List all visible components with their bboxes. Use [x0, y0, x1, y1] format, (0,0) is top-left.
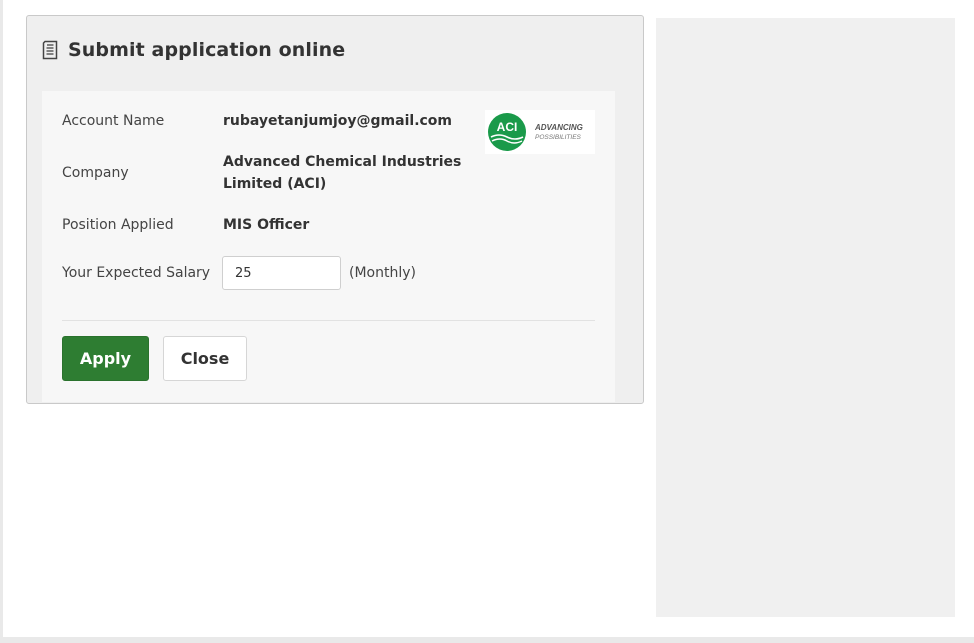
document-icon	[41, 40, 59, 60]
salary-unit: (Monthly)	[349, 265, 416, 281]
company-value-line2: Limited (ACI)	[223, 176, 327, 192]
company-value-line1: Advanced Chemical Industries	[223, 154, 462, 170]
account-name-label: Account Name	[62, 113, 165, 129]
close-button[interactable]: Close	[163, 336, 247, 381]
apply-button[interactable]: Apply	[62, 336, 149, 381]
company-label: Company	[62, 165, 129, 181]
logo-tagline-1: ADVANCING	[534, 123, 583, 132]
position-value: MIS Officer	[223, 217, 310, 233]
modal-header: Submit application online	[41, 37, 345, 63]
company-value: Advanced Chemical Industries Limited (AC…	[223, 151, 461, 195]
application-modal: Submit application online Account Name r…	[26, 15, 644, 404]
modal-body: Account Name rubayetanjumjoy@gmail.com C…	[42, 91, 615, 402]
side-panel	[656, 18, 955, 617]
logo-tagline-2: POSSIBILITIES	[535, 134, 582, 141]
company-logo: ACI ADVANCING POSSIBILITIES	[485, 110, 595, 154]
position-label: Position Applied	[62, 217, 174, 233]
salary-label: Your Expected Salary	[62, 265, 211, 281]
account-name-value: rubayetanjumjoy@gmail.com	[223, 113, 453, 129]
page-background: Submit application online Account Name r…	[3, 0, 974, 637]
modal-title: Submit application online	[68, 39, 346, 61]
logo-mark-text: ACI	[497, 120, 518, 134]
salary-input[interactable]	[222, 256, 341, 290]
divider	[62, 320, 595, 321]
